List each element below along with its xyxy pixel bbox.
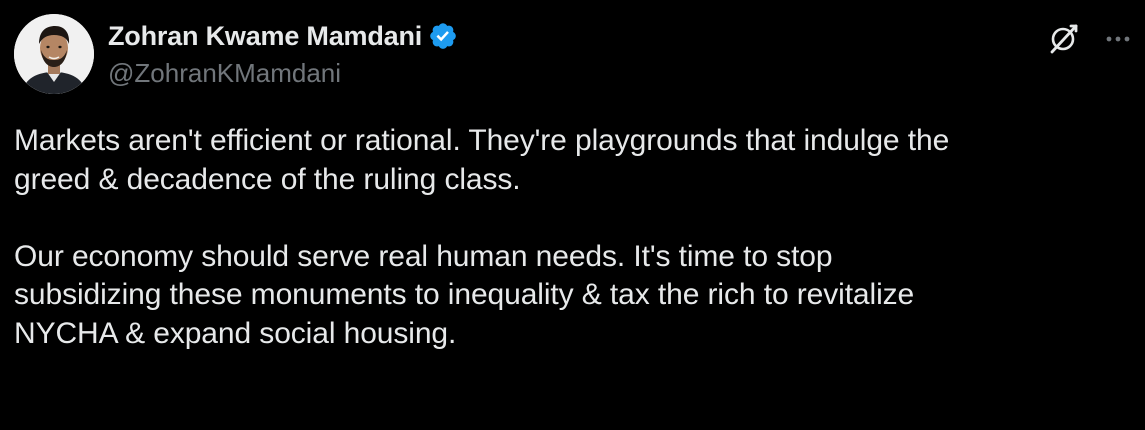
verified-badge-icon[interactable] (428, 21, 458, 51)
author-handle[interactable]: @ZohranKMamdani (108, 58, 458, 89)
tweet-paragraph: Markets aren't efficient or rational. Th… (14, 122, 1134, 199)
avatar-image (14, 14, 94, 94)
name-row: Zohran Kwame Mamdani (108, 18, 458, 54)
tweet-line: Markets aren't efficient or rational. Th… (14, 124, 950, 157)
avatar[interactable] (14, 14, 94, 94)
tweet-line: Our economy should serve real human need… (14, 239, 833, 273)
tweet-text: Markets aren't efficient or rational. Th… (14, 122, 1134, 354)
tweet-line: subsidizing these monuments to inequalit… (14, 278, 915, 312)
author-display-name[interactable]: Zohran Kwame Mamdani (108, 21, 422, 52)
tweet-line: greed & decadence of the ruling class. (14, 162, 521, 196)
tweet-card: Zohran Kwame Mamdani @ZohranKMamdani Mar… (0, 0, 1145, 430)
tweet-line: NYCHA & expand social housing. (14, 316, 457, 350)
tweet-header: Zohran Kwame Mamdani @ZohranKMamdani (108, 18, 458, 89)
more-icon[interactable] (1101, 22, 1135, 56)
tweet-paragraph: Our economy should serve real human need… (14, 238, 1134, 354)
top-actions (1047, 22, 1135, 56)
grok-icon[interactable] (1047, 22, 1081, 56)
